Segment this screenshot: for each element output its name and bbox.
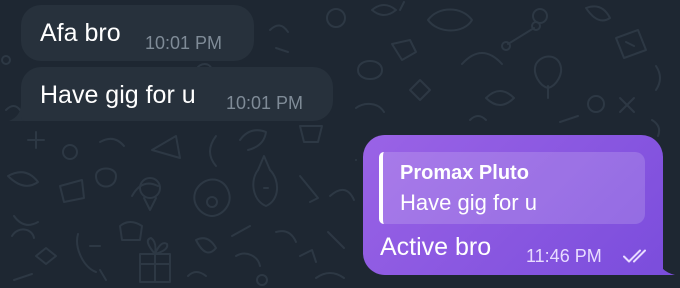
message-text: Afa bro xyxy=(40,19,121,47)
incoming-message[interactable]: Have gig for u 10:01 PM xyxy=(21,67,333,121)
outgoing-message[interactable]: Promax Pluto Have gig for u Active bro 1… xyxy=(363,135,663,275)
incoming-message[interactable]: Afa bro 10:01 PM xyxy=(21,5,254,61)
message-text: Active bro xyxy=(380,233,492,261)
reply-quoted-text: Have gig for u xyxy=(400,190,537,215)
reply-quote[interactable]: Promax Pluto Have gig for u xyxy=(379,152,645,224)
reply-sender-name: Promax Pluto xyxy=(400,162,529,184)
message-timestamp: 10:01 PM xyxy=(145,33,223,53)
message-timestamp: 11:46 PM xyxy=(526,246,602,266)
message-text: Have gig for u xyxy=(40,81,196,109)
message-timestamp: 10:01 PM xyxy=(226,93,304,113)
double-check-icon xyxy=(623,249,646,263)
